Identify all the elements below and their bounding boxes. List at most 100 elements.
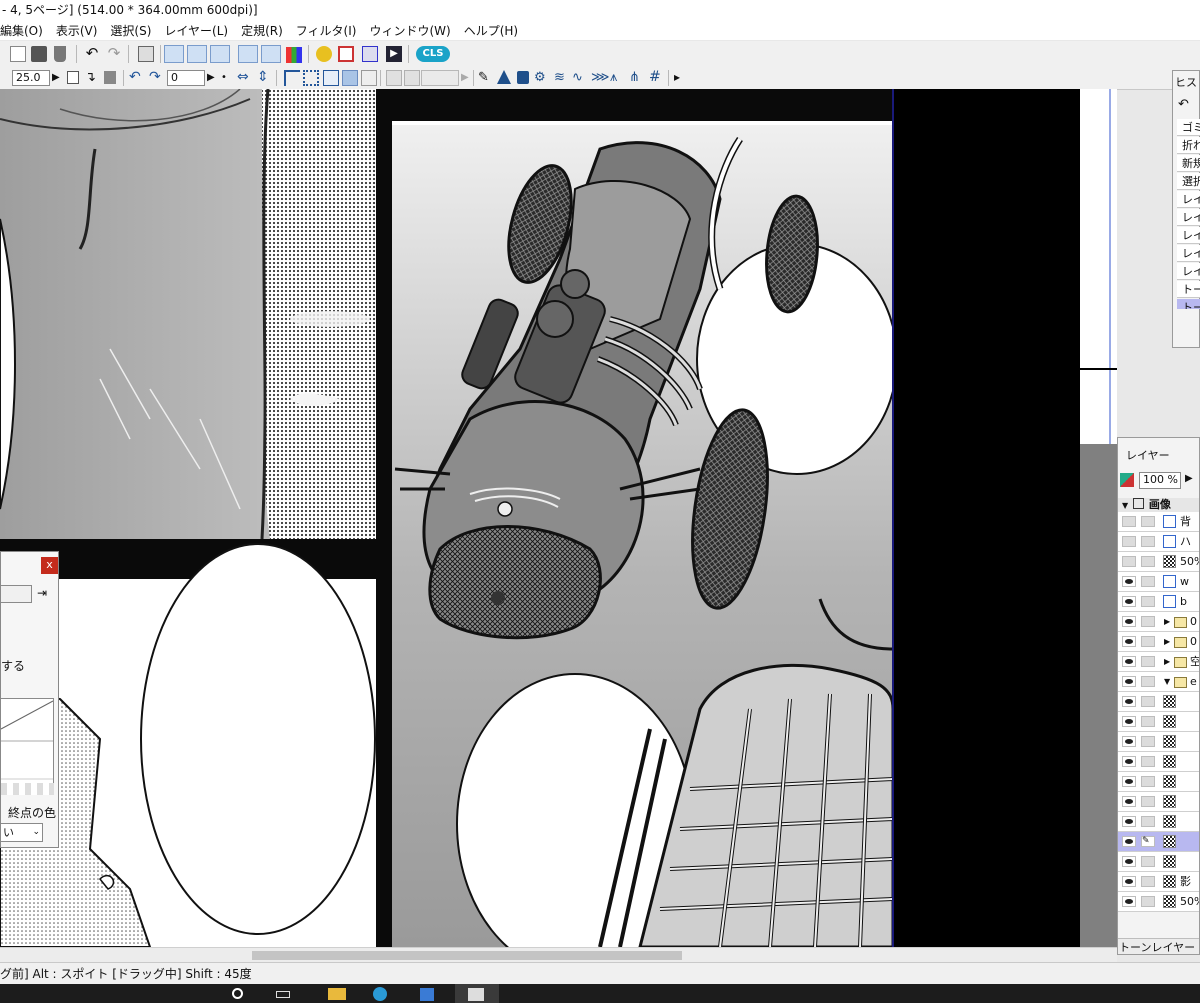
edit-pen-icon[interactable]: ✎: [1141, 836, 1155, 847]
window-icon[interactable]: [338, 46, 354, 62]
cube-icon[interactable]: [517, 71, 529, 84]
layer-row[interactable]: [1118, 692, 1199, 712]
visibility-eye-icon[interactable]: [1122, 856, 1136, 867]
lock-toggle-icon[interactable]: [1141, 556, 1155, 567]
visibility-eye-icon[interactable]: [1122, 656, 1136, 667]
cls-button[interactable]: CLS: [416, 46, 450, 62]
new-page-icon[interactable]: [67, 71, 79, 84]
lock-toggle-icon[interactable]: [1141, 656, 1155, 667]
snap-ruler-icon[interactable]: [284, 70, 300, 86]
dot-icon[interactable]: •: [221, 71, 237, 87]
radial-icon[interactable]: ⋙: [591, 70, 610, 86]
play-icon[interactable]: ▶: [386, 46, 402, 62]
crowd-icon[interactable]: ⋔: [629, 70, 645, 86]
tool-panel-icon[interactable]: [187, 45, 207, 63]
layer-row[interactable]: 背: [1118, 512, 1199, 532]
visibility-eye-icon[interactable]: [1122, 556, 1136, 567]
menu-layer[interactable]: レイヤー(L): [164, 22, 228, 39]
speedline-icon[interactable]: ⩚: [610, 70, 626, 86]
menu-edit[interactable]: 編集(O): [0, 22, 43, 39]
rotate-field[interactable]: 0: [167, 70, 205, 86]
history-undo-icon[interactable]: ↶: [1178, 98, 1189, 112]
gradient-preset-field[interactable]: [1, 585, 32, 603]
history-item-selected[interactable]: トー: [1177, 299, 1200, 309]
visibility-eye-icon[interactable]: [1122, 796, 1136, 807]
layer-group-header[interactable]: ▼ 画像: [1118, 498, 1199, 513]
lock-toggle-icon[interactable]: [1141, 536, 1155, 547]
canvas-area[interactable]: [0, 89, 1117, 947]
visibility-eye-icon[interactable]: [1122, 896, 1136, 907]
menu-help[interactable]: ヘルプ(H): [464, 22, 518, 39]
snap-frame-icon[interactable]: [323, 70, 339, 86]
curve-icon[interactable]: ∿: [572, 70, 588, 86]
preset-menu-icon[interactable]: ⇥: [37, 586, 47, 600]
triangle-ruler-icon[interactable]: [497, 70, 511, 84]
layer-row[interactable]: [1118, 812, 1199, 832]
folder-expand-icon[interactable]: ▶: [1164, 612, 1170, 631]
fit-icon[interactable]: [104, 71, 116, 84]
pen-icon[interactable]: ✎: [478, 70, 494, 86]
clear-icon[interactable]: [54, 46, 66, 62]
layer-row[interactable]: 影: [1118, 872, 1199, 892]
layer-row[interactable]: ✎: [1118, 832, 1199, 852]
active-app-tab[interactable]: [455, 984, 499, 1003]
flip-horizontal-icon[interactable]: ⇔: [237, 70, 253, 86]
visibility-eye-icon[interactable]: [1122, 596, 1136, 607]
grid-icon[interactable]: #: [649, 70, 665, 86]
history-item[interactable]: レイ: [1177, 263, 1200, 280]
visibility-eye-icon[interactable]: [1122, 636, 1136, 647]
redo-icon[interactable]: ↷: [106, 46, 122, 62]
layer-row[interactable]: ▶ 0: [1118, 632, 1199, 652]
undo-icon[interactable]: ↶: [84, 46, 100, 62]
file-explorer-icon[interactable]: [328, 988, 346, 1000]
visibility-eye-icon[interactable]: [1122, 836, 1136, 847]
history-item[interactable]: 新規: [1177, 155, 1200, 172]
search-icon[interactable]: [232, 988, 243, 999]
rotate-left-icon[interactable]: ↶: [129, 70, 145, 86]
history-item[interactable]: ゴミ: [1177, 119, 1200, 136]
layer-row[interactable]: [1118, 772, 1199, 792]
paste-icon[interactable]: [31, 46, 47, 62]
layer-row[interactable]: ハ: [1118, 532, 1199, 552]
blend-mode-icon[interactable]: [1120, 473, 1134, 487]
lock-toggle-icon[interactable]: [1141, 756, 1155, 767]
opacity-arrow-icon[interactable]: ▶: [1185, 473, 1193, 484]
layer-row[interactable]: [1118, 852, 1199, 872]
lock-toggle-icon[interactable]: [1141, 736, 1155, 747]
visibility-eye-icon[interactable]: [1122, 676, 1136, 687]
lock-toggle-icon[interactable]: [1141, 696, 1155, 707]
menu-window[interactable]: ウィンドウ(W): [369, 22, 450, 39]
visibility-eye-icon[interactable]: [1122, 736, 1136, 747]
layer-row[interactable]: [1118, 792, 1199, 812]
menu-select[interactable]: 選択(S): [110, 22, 151, 39]
layer-row[interactable]: b: [1118, 592, 1199, 612]
tone-panel-icon[interactable]: [261, 45, 281, 63]
layer-row[interactable]: [1118, 732, 1199, 752]
history-item[interactable]: レイ: [1177, 227, 1200, 244]
horizontal-scrollbar[interactable]: [0, 947, 1117, 963]
lock-toggle-icon[interactable]: [1141, 896, 1155, 907]
layer-row[interactable]: 50%: [1118, 892, 1199, 912]
rotate-right-icon[interactable]: ↷: [149, 70, 165, 86]
snap-active-icon[interactable]: [342, 70, 358, 86]
history-item[interactable]: レイ: [1177, 245, 1200, 262]
flip-vertical-icon[interactable]: ⇕: [257, 70, 273, 86]
layer-row[interactable]: ▶ 0: [1118, 612, 1199, 632]
snap-off-icon[interactable]: [361, 70, 377, 86]
navigator-icon[interactable]: [210, 45, 230, 63]
store-icon[interactable]: [420, 988, 434, 1001]
visibility-eye-icon[interactable]: [1122, 696, 1136, 707]
visibility-eye-icon[interactable]: [1122, 516, 1136, 527]
visibility-eye-icon[interactable]: [1122, 756, 1136, 767]
lock-toggle-icon[interactable]: [1141, 716, 1155, 727]
lock-toggle-icon[interactable]: [1141, 596, 1155, 607]
snap-grid-icon[interactable]: [303, 70, 319, 86]
lock-toggle-icon[interactable]: [1141, 516, 1155, 527]
dialog-close-button[interactable]: x: [41, 557, 58, 574]
page-icon[interactable]: [362, 46, 378, 62]
history-item[interactable]: レイ: [1177, 209, 1200, 226]
visibility-eye-icon[interactable]: [1122, 576, 1136, 587]
lock-toggle-icon[interactable]: [1141, 856, 1155, 867]
visibility-eye-icon[interactable]: [1122, 536, 1136, 547]
search-icon[interactable]: [316, 46, 332, 62]
